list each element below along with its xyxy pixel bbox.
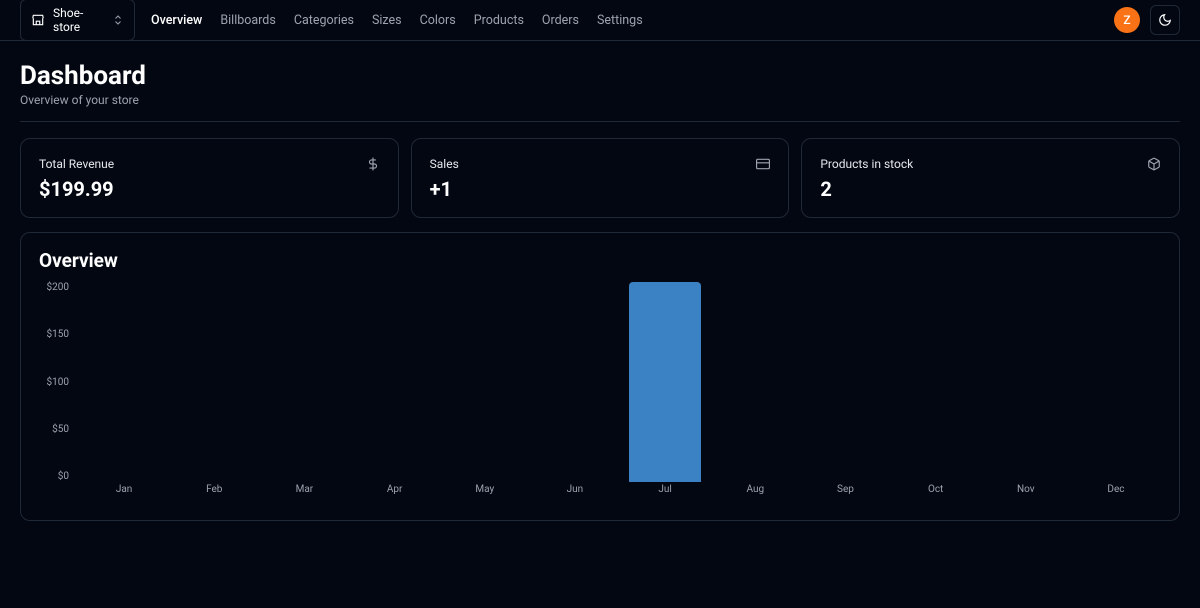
nav-item-sizes[interactable]: Sizes [372,13,402,28]
bar-jul [629,282,701,482]
stock-card: Products in stock 2 [801,138,1180,218]
chart-title: Overview [39,249,1161,272]
topbar: Shoe-store Overview Billboards Categories S… [0,0,1200,41]
nav: Overview Billboards Categories Sizes Colors P… [151,13,643,28]
store-icon [31,13,45,27]
stock-value: 2 [820,177,1161,201]
chart-card: Overview $200 $150 $100 $50 $0 JanFebMarAprM… [20,232,1180,521]
bar-col [259,282,349,482]
bar-col [440,282,530,482]
x-tick: Jul [620,484,710,502]
x-tick: Mar [259,484,349,502]
bar-col [800,282,890,482]
nav-item-products[interactable]: Products [474,13,524,28]
divider [20,121,1180,122]
nav-item-categories[interactable]: Categories [294,13,354,28]
bar-col [981,282,1071,482]
nav-item-settings[interactable]: Settings [597,13,643,28]
x-tick: Sep [800,484,890,502]
y-tick: $0 [39,471,69,482]
package-icon [1147,157,1161,171]
revenue-value: $199.99 [39,177,380,201]
x-tick: May [440,484,530,502]
x-tick: Dec [1071,484,1161,502]
chevron-up-down-icon [112,14,124,26]
revenue-label: Total Revenue [39,157,114,171]
x-tick: Jun [530,484,620,502]
bar-col [530,282,620,482]
dollar-icon [366,157,380,171]
y-tick: $50 [39,424,69,435]
stock-label: Products in stock [820,157,913,171]
nav-item-colors[interactable]: Colors [420,13,456,28]
bar-col [350,282,440,482]
x-tick: Feb [169,484,259,502]
nav-item-orders[interactable]: Orders [542,13,579,28]
chart: $200 $150 $100 $50 $0 JanFebMarAprMayJunJulA… [39,282,1161,502]
bar-col [1071,282,1161,482]
y-tick: $150 [39,329,69,340]
y-tick: $100 [39,377,69,388]
store-name: Shoe-store [53,6,104,34]
theme-toggle-button[interactable] [1150,5,1180,35]
page-subtitle: Overview of your store [20,93,1180,107]
avatar[interactable]: Z [1114,7,1140,33]
x-tick: Nov [981,484,1071,502]
sales-card: Sales +1 [411,138,790,218]
sales-label: Sales [430,157,459,171]
page-title: Dashboard [20,61,1180,91]
nav-item-overview[interactable]: Overview [151,13,202,28]
x-tick: Aug [710,484,800,502]
credit-card-icon [756,157,770,171]
bar-col [79,282,169,482]
store-selector[interactable]: Shoe-store [20,0,135,41]
page-header: Dashboard Overview of your store [20,61,1180,107]
revenue-card: Total Revenue $199.99 [20,138,399,218]
x-tick: Jan [79,484,169,502]
bar-col [620,282,710,482]
avatar-initial: Z [1123,13,1130,27]
bar-col [169,282,259,482]
y-tick: $200 [39,282,69,293]
nav-item-billboards[interactable]: Billboards [220,13,275,28]
bar-col [710,282,800,482]
moon-icon [1158,13,1172,27]
bar-col [891,282,981,482]
x-tick: Oct [891,484,981,502]
sales-value: +1 [430,177,771,201]
x-tick: Apr [350,484,440,502]
